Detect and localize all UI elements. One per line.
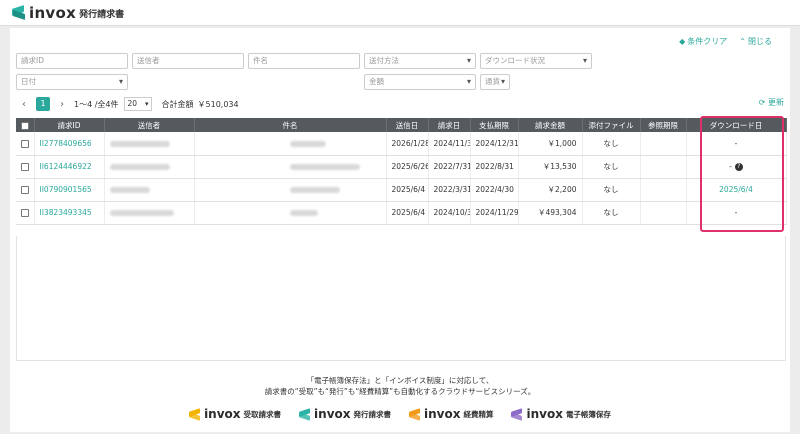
reference-deadline bbox=[640, 201, 687, 225]
brand-issue[interactable]: invox 発行請求書 bbox=[299, 407, 391, 421]
chevron-up-icon: ⌃ bbox=[739, 37, 746, 46]
bill-date: 2024/11/30 bbox=[428, 132, 471, 156]
amount: ￥13,530 bbox=[518, 155, 583, 179]
sender-redacted bbox=[104, 178, 195, 202]
sender-redacted bbox=[104, 201, 195, 225]
attachment: なし bbox=[582, 155, 641, 179]
invox-logo-icon bbox=[511, 407, 523, 421]
reference-deadline bbox=[640, 178, 687, 202]
invox-logo-icon bbox=[12, 5, 26, 20]
table-row[interactable]: II2778409656 2026/1/28 2024/11/30 2024/1… bbox=[16, 132, 787, 156]
col-amount[interactable]: 請求金額 bbox=[518, 118, 583, 132]
amount-select[interactable]: 金額 bbox=[364, 74, 476, 90]
row-checkbox[interactable] bbox=[16, 155, 35, 179]
amount: ￥493,304 bbox=[518, 201, 583, 225]
subject-redacted bbox=[194, 178, 387, 202]
refresh-button[interactable]: ⟳ 更新 bbox=[759, 97, 784, 108]
bill-date: 2024/10/31 bbox=[428, 201, 471, 225]
sender-redacted bbox=[104, 132, 195, 156]
page-size-select[interactable]: 20 bbox=[123, 97, 152, 111]
brand-expense[interactable]: invox 経費精算 bbox=[409, 407, 493, 421]
prev-page-icon[interactable]: ‹ bbox=[16, 99, 32, 110]
brand-series: invox 受取請求書 invox 発行請求書 invox 経費精算 invox 電子帳… bbox=[0, 407, 800, 421]
app-header: invox 発行請求書 bbox=[0, 0, 800, 26]
send-date: 2026/1/28 bbox=[386, 132, 429, 156]
attachment: なし bbox=[582, 178, 641, 202]
col-send-date[interactable]: 送信日 bbox=[386, 118, 429, 132]
invox-logo-icon bbox=[189, 407, 201, 421]
col-attachment[interactable]: 添付ファイル bbox=[582, 118, 641, 132]
send-method-select[interactable]: 送付方法 bbox=[364, 53, 476, 69]
pager-row: ‹ 1 › 1〜4 /全4件 20 合計金額￥510,034 ⟳ 更新 bbox=[16, 95, 786, 113]
next-page-icon[interactable]: › bbox=[54, 99, 70, 110]
row-checkbox[interactable] bbox=[16, 201, 35, 225]
due-date: 2024/11/29 bbox=[470, 201, 519, 225]
bill-date: 2022/3/31 bbox=[428, 178, 471, 202]
bill-date: 2022/7/31 bbox=[428, 155, 471, 179]
invoice-table: 請求ID 送信者 件名 送信日 請求日 支払期限 請求金額 添付ファイル 参照期… bbox=[16, 118, 787, 225]
due-date: 2022/4/30 bbox=[470, 178, 519, 202]
currency-select[interactable]: 通貨 bbox=[480, 74, 510, 90]
subject-redacted bbox=[194, 201, 387, 225]
total-amount: 合計金額 ￥510,034 bbox=[161, 99, 239, 109]
col-request-id[interactable]: 請求ID bbox=[34, 118, 105, 132]
table-header-row: 請求ID 送信者 件名 送信日 請求日 支払期限 請求金額 添付ファイル 参照期… bbox=[16, 118, 787, 132]
page-number[interactable]: 1 bbox=[36, 97, 50, 111]
subject-input[interactable]: 件名 bbox=[248, 53, 360, 69]
refresh-icon: ⟳ bbox=[758, 98, 766, 107]
table-row[interactable]: II3823493345 2025/6/4 2024/10/31 2024/11… bbox=[16, 201, 787, 225]
col-subject[interactable]: 件名 bbox=[194, 118, 387, 132]
invox-logo-icon bbox=[299, 407, 311, 421]
request-id-link[interactable]: II0790901565 bbox=[34, 178, 105, 202]
col-reference-deadline[interactable]: 参照期限 bbox=[640, 118, 687, 132]
table-empty-area bbox=[16, 236, 786, 361]
request-id-input[interactable]: 請求ID bbox=[16, 53, 128, 69]
due-date: 2022/8/31 bbox=[470, 155, 519, 179]
col-sender[interactable]: 送信者 bbox=[104, 118, 195, 132]
invox-logo-icon bbox=[409, 407, 421, 421]
row-checkbox[interactable] bbox=[16, 132, 35, 156]
page-range: 1〜4 /全4件 bbox=[74, 99, 119, 109]
attachment: なし bbox=[582, 201, 641, 225]
logo-text: invox bbox=[29, 3, 77, 22]
reference-deadline bbox=[640, 132, 687, 156]
footer-line-1: 「電子帳簿保存法」と「インボイス制度」に対応して、 bbox=[306, 376, 494, 385]
amount: ￥1,000 bbox=[518, 132, 583, 156]
send-date: 2025/6/4 bbox=[386, 178, 429, 202]
top-actions: ◆ 条件クリア ⌃ 閉じる bbox=[679, 36, 772, 47]
attachment: なし bbox=[582, 132, 641, 156]
request-id-link[interactable]: II3823493345 bbox=[34, 201, 105, 225]
download-date-highlight bbox=[700, 116, 784, 232]
row-checkbox[interactable] bbox=[16, 178, 35, 202]
table-row[interactable]: II6124446922 2025/6/26 2022/7/31 2022/8/… bbox=[16, 155, 787, 179]
amount: ￥2,200 bbox=[518, 178, 583, 202]
send-date: 2025/6/26 bbox=[386, 155, 429, 179]
table-row[interactable]: II0790901565 2025/6/4 2022/3/31 2022/4/3… bbox=[16, 178, 787, 202]
main-panel: ◆条件クリア ⌃閉じる 請求ID 送信者 件名 送付方法 ダウンロード状況 日付… bbox=[10, 28, 790, 432]
subject-redacted bbox=[194, 155, 387, 179]
due-date: 2024/12/31 bbox=[470, 132, 519, 156]
footer-text: 「電子帳簿保存法」と「インボイス制度」に対応して、 請求書の“受取”も“発行”も… bbox=[0, 375, 800, 397]
brand-archive[interactable]: invox 電子帳簿保存 bbox=[511, 407, 611, 421]
col-bill-date[interactable]: 請求日 bbox=[428, 118, 471, 132]
request-id-link[interactable]: II2778409656 bbox=[34, 132, 105, 156]
eraser-icon: ◆ bbox=[679, 37, 686, 46]
clear-conditions-button[interactable]: ◆ 条件クリア bbox=[679, 36, 727, 47]
footer-line-2: 請求書の“受取”も“発行”も“経費精算”も自動化するクラウドサービスシリーズ。 bbox=[264, 387, 536, 396]
logo-sub: 発行請求書 bbox=[79, 10, 125, 20]
sender-input[interactable]: 送信者 bbox=[132, 53, 244, 69]
brand-receive[interactable]: invox 受取請求書 bbox=[189, 407, 281, 421]
subject-redacted bbox=[194, 132, 387, 156]
send-date: 2025/6/4 bbox=[386, 201, 429, 225]
col-due-date[interactable]: 支払期限 bbox=[470, 118, 519, 132]
reference-deadline bbox=[640, 155, 687, 179]
download-status-select[interactable]: ダウンロード状況 bbox=[480, 53, 592, 69]
sender-redacted bbox=[104, 155, 195, 179]
request-id-link[interactable]: II6124446922 bbox=[34, 155, 105, 179]
select-all-checkbox[interactable] bbox=[16, 118, 35, 132]
close-filters-button[interactable]: ⌃ 閉じる bbox=[739, 36, 772, 47]
date-select[interactable]: 日付 bbox=[16, 74, 128, 90]
